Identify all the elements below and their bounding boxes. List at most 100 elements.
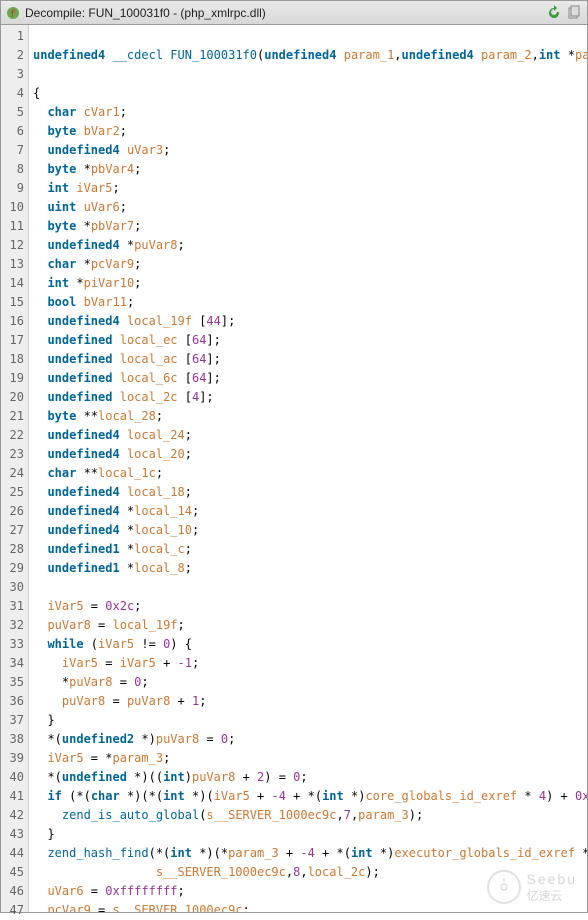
copy-icon[interactable] — [565, 4, 583, 22]
code-line: undefined4 *local_14; — [33, 502, 587, 521]
code-line: byte bVar2; — [33, 122, 587, 141]
code-line: undefined4 __cdecl FUN_100031f0(undefine… — [33, 46, 587, 65]
line-number: 44 — [1, 844, 28, 863]
line-number: 20 — [1, 388, 28, 407]
code-line: uVar6 = 0xffffffff; — [33, 882, 587, 901]
line-number: 6 — [1, 122, 28, 141]
line-number: 35 — [1, 673, 28, 692]
code-line: if (*(char *)(*(int *)(iVar5 + -4 + *(in… — [33, 787, 587, 806]
code-line: *(undefined2 *)puVar8 = 0; — [33, 730, 587, 749]
window-title: Decompile: FUN_100031f0 - (php_xmlrpc.dl… — [25, 6, 543, 20]
code-area[interactable]: undefined4 __cdecl FUN_100031f0(undefine… — [29, 25, 587, 912]
code-line: undefined1 *local_8; — [33, 559, 587, 578]
line-number: 5 — [1, 103, 28, 122]
code-line: pcVar9 = s__SERVER_1000ec9c; — [33, 901, 587, 912]
line-number: 37 — [1, 711, 28, 730]
line-number: 2 — [1, 46, 28, 65]
line-number-gutter: 1 2 3 4 5 6 7 8 9 10 11 12 13 14 15 16 1… — [1, 25, 29, 912]
line-number: 23 — [1, 445, 28, 464]
line-number: 22 — [1, 426, 28, 445]
line-number: 25 — [1, 483, 28, 502]
titlebar: f Decompile: FUN_100031f0 - (php_xmlrpc.… — [1, 1, 587, 25]
line-number: 33 — [1, 635, 28, 654]
code-line: puVar8 = local_19f; — [33, 616, 587, 635]
line-number: 10 — [1, 198, 28, 217]
code-line: undefined4 *puVar8; — [33, 236, 587, 255]
line-number: 32 — [1, 616, 28, 635]
line-number: 19 — [1, 369, 28, 388]
code-line: char cVar1; — [33, 103, 587, 122]
code-line: zend_hash_find(*(int *)(*param_3 + -4 + … — [33, 844, 587, 863]
line-number: 7 — [1, 141, 28, 160]
code-line: undefined1 *local_c; — [33, 540, 587, 559]
code-line: byte **local_28; — [33, 407, 587, 426]
line-number: 13 — [1, 255, 28, 274]
line-number: 29 — [1, 559, 28, 578]
code-line: byte *pbVar7; — [33, 217, 587, 236]
code-line — [33, 27, 587, 46]
code-line: int iVar5; — [33, 179, 587, 198]
code-line: undefined4 uVar3; — [33, 141, 587, 160]
line-number: 17 — [1, 331, 28, 350]
code-line: char *pcVar9; — [33, 255, 587, 274]
line-number: 24 — [1, 464, 28, 483]
code-line — [33, 65, 587, 84]
code-line: undefined local_ec [64]; — [33, 331, 587, 350]
code-line: iVar5 = iVar5 + -1; — [33, 654, 587, 673]
code-line: byte *pbVar4; — [33, 160, 587, 179]
code-line: } — [33, 711, 587, 730]
code-line: undefined4 local_18; — [33, 483, 587, 502]
line-number: 16 — [1, 312, 28, 331]
line-number: 38 — [1, 730, 28, 749]
line-number: 46 — [1, 882, 28, 901]
code-line: } — [33, 825, 587, 844]
line-number: 45 — [1, 863, 28, 882]
code-line: undefined4 local_24; — [33, 426, 587, 445]
code-line: undefined local_2c [4]; — [33, 388, 587, 407]
line-number: 26 — [1, 502, 28, 521]
code-line: *puVar8 = 0; — [33, 673, 587, 692]
app-icon: f — [5, 5, 21, 21]
code-line: s__SERVER_1000ec9c,8,local_2c); — [33, 863, 587, 882]
line-number: 11 — [1, 217, 28, 236]
code-line: undefined4 local_19f [44]; — [33, 312, 587, 331]
line-number: 12 — [1, 236, 28, 255]
line-number: 1 — [1, 27, 28, 46]
line-number: 15 — [1, 293, 28, 312]
line-number: 14 — [1, 274, 28, 293]
code-line: int *piVar10; — [33, 274, 587, 293]
line-number: 34 — [1, 654, 28, 673]
code-line: undefined local_6c [64]; — [33, 369, 587, 388]
code-line: *(undefined *)((int)puVar8 + 2) = 0; — [33, 768, 587, 787]
code-line: uint uVar6; — [33, 198, 587, 217]
line-number: 4 — [1, 84, 28, 103]
code-line: while (iVar5 != 0) { — [33, 635, 587, 654]
line-number: 21 — [1, 407, 28, 426]
line-number: 36 — [1, 692, 28, 711]
refresh-icon[interactable] — [545, 4, 563, 22]
line-number: 39 — [1, 749, 28, 768]
line-number: 42 — [1, 806, 28, 825]
code-line — [33, 578, 587, 597]
line-number: 43 — [1, 825, 28, 844]
editor-content: 1 2 3 4 5 6 7 8 9 10 11 12 13 14 15 16 1… — [1, 25, 587, 912]
svg-text:f: f — [10, 9, 16, 21]
code-line: iVar5 = 0x2c; — [33, 597, 587, 616]
code-line: bool bVar11; — [33, 293, 587, 312]
line-number: 30 — [1, 578, 28, 597]
code-line: { — [33, 84, 587, 103]
code-line: puVar8 = puVar8 + 1; — [33, 692, 587, 711]
code-line: iVar5 = *param_3; — [33, 749, 587, 768]
line-number: 9 — [1, 179, 28, 198]
code-line: zend_is_auto_global(s__SERVER_1000ec9c,7… — [33, 806, 587, 825]
line-number: 40 — [1, 768, 28, 787]
line-number: 8 — [1, 160, 28, 179]
code-line: undefined local_ac [64]; — [33, 350, 587, 369]
line-number: 47 — [1, 901, 28, 920]
line-number: 41 — [1, 787, 28, 806]
line-number: 31 — [1, 597, 28, 616]
line-number: 28 — [1, 540, 28, 559]
code-line: undefined4 local_20; — [33, 445, 587, 464]
code-line: undefined4 *local_10; — [33, 521, 587, 540]
line-number: 18 — [1, 350, 28, 369]
